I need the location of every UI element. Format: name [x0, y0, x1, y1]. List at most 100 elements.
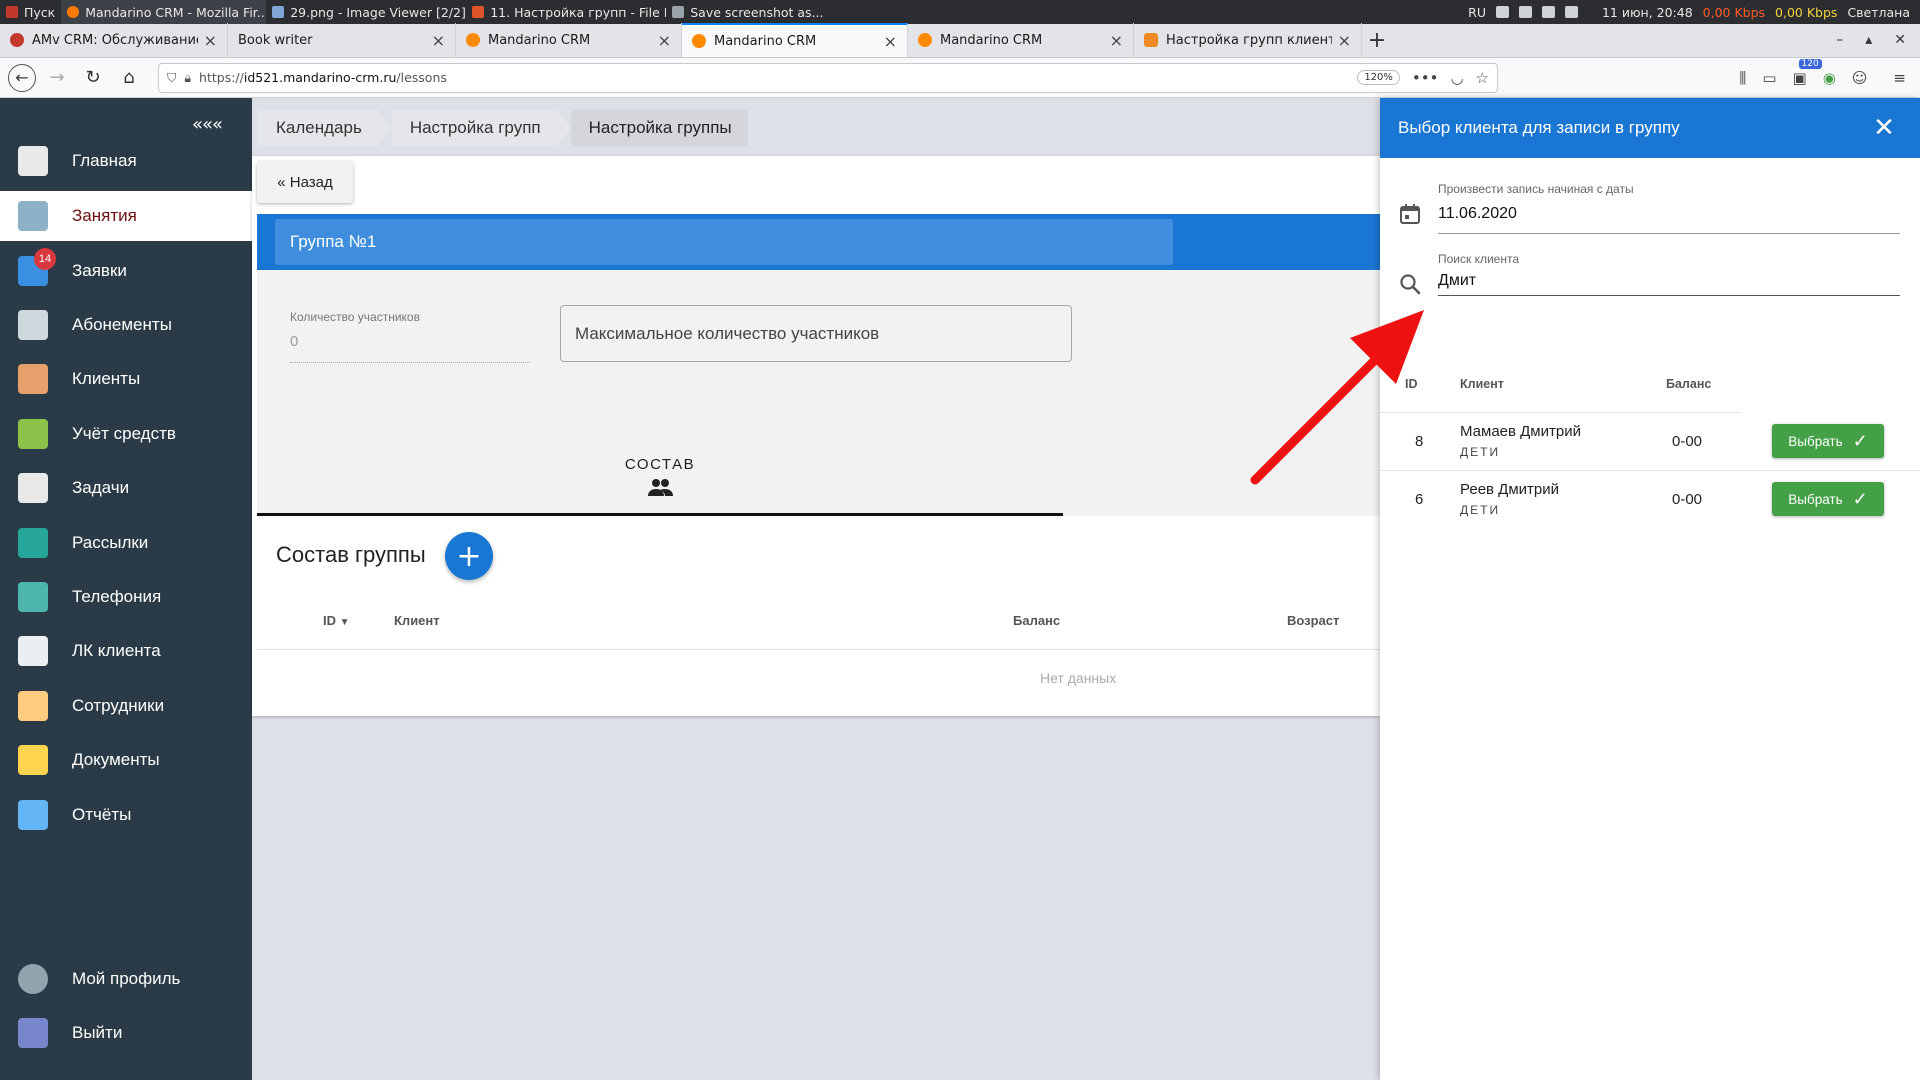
- download-speed: 0,00 Kbps: [1702, 4, 1766, 20]
- sidebar-item-lessons[interactable]: Занятия: [0, 191, 252, 241]
- reload-icon[interactable]: ↻: [78, 63, 108, 93]
- start-date-underline: [1438, 233, 1900, 234]
- page-actions-icon[interactable]: •••: [1412, 69, 1439, 87]
- sidebar-item-clients[interactable]: Клиенты: [0, 354, 252, 404]
- sidebar: ««« Главная Занятия 14 Заявки Абонементы …: [0, 98, 252, 1080]
- tasks-icon: [18, 473, 48, 503]
- menu-icon[interactable]: ≡: [1893, 69, 1906, 87]
- close-tab-icon[interactable]: ×: [1338, 31, 1351, 50]
- new-tab-button[interactable]: +: [1362, 23, 1392, 57]
- max-participants-input[interactable]: Максимальное количество участников: [560, 305, 1072, 362]
- row-balance: 0-00: [1672, 491, 1703, 508]
- sidebar-item-logout[interactable]: Выйти: [0, 1008, 252, 1058]
- taskbar-item-firefox[interactable]: Mandarino CRM - Mozilla Fir...: [61, 0, 267, 24]
- minimize-icon[interactable]: –: [1836, 32, 1843, 48]
- extension-icon[interactable]: ▣ 120: [1793, 58, 1822, 87]
- sidebar-item-reports[interactable]: Отчёты: [0, 790, 252, 840]
- select-client-button[interactable]: Выбрать ✓: [1772, 424, 1884, 458]
- start-button[interactable]: Пуск: [0, 0, 61, 24]
- browser-tab-strip: AMv CRM: Обслуживание кл× Book writer× M…: [0, 23, 1920, 58]
- forward-arrow-icon[interactable]: →: [42, 63, 72, 93]
- browser-tab[interactable]: AMv CRM: Обслуживание кл×: [0, 23, 228, 57]
- sidebar-item-finance[interactable]: Учёт средств: [0, 409, 252, 459]
- taskbar-item-file-manager[interactable]: 11. Настройка групп - File M...: [466, 0, 666, 24]
- user-name[interactable]: Светлана: [1847, 5, 1910, 20]
- close-tab-icon[interactable]: ×: [884, 32, 897, 51]
- shield-icon[interactable]: ⛉: [167, 70, 176, 86]
- pocket-icon[interactable]: ◡: [1450, 69, 1463, 87]
- zoom-indicator[interactable]: 120%: [1357, 70, 1400, 85]
- table-row: 8 Мамаев Дмитрий ДЕТИ 0-00 Выбрать ✓: [1380, 413, 1920, 470]
- lock-icon[interactable]: 🔒︎: [184, 70, 191, 86]
- sidebar-item-subscriptions[interactable]: Абонементы: [0, 300, 252, 350]
- column-header-balance[interactable]: Баланс: [1013, 613, 1060, 628]
- close-tab-icon[interactable]: ×: [432, 31, 445, 50]
- mail-icon[interactable]: [1564, 6, 1578, 18]
- taskbar-item-image-viewer[interactable]: 29.png - Image Viewer [2/2]: [266, 0, 466, 24]
- breadcrumb-calendar[interactable]: Календарь: [258, 110, 392, 146]
- documents-icon: [18, 745, 48, 775]
- browser-tab[interactable]: Mandarino CRM ×: [908, 23, 1134, 57]
- sidebar-item-documents[interactable]: Документы: [0, 735, 252, 785]
- account-icon[interactable]: ☺: [1852, 69, 1868, 87]
- close-tab-icon[interactable]: ×: [1110, 31, 1123, 50]
- logout-icon: [18, 1018, 48, 1048]
- volume-icon[interactable]: [1495, 6, 1509, 18]
- library-icon[interactable]: ⫼: [1739, 69, 1746, 87]
- group-name-field[interactable]: Группа №1: [275, 219, 1173, 265]
- start-date-input[interactable]: 11.06.2020: [1438, 205, 1517, 223]
- record-icon[interactable]: ◉: [1823, 69, 1836, 87]
- people-icon: [648, 479, 673, 496]
- row-client-name: Мамаев Дмитрий: [1460, 423, 1581, 440]
- home-icon[interactable]: ⌂: [114, 63, 144, 93]
- select-client-button[interactable]: Выбрать ✓: [1772, 482, 1884, 516]
- clock: 11 июн, 20:48: [1601, 4, 1693, 20]
- close-panel-icon[interactable]: ✕: [1868, 112, 1900, 144]
- wifi-icon[interactable]: [1518, 6, 1532, 18]
- table-row: 6 Реев Дмитрий ДЕТИ 0-00 Выбрать ✓: [1380, 471, 1920, 528]
- breadcrumb-current-group: Настройка группы: [570, 110, 748, 146]
- back-arrow-icon[interactable]: ←: [8, 63, 36, 92]
- browser-tab[interactable]: Настройка групп клиентов×: [1134, 23, 1362, 57]
- url-bar[interactable]: ⛉ 🔒︎ https://id521.mandarino-crm.ru/less…: [158, 62, 1498, 93]
- mandarino-favicon-icon: [918, 33, 932, 47]
- sidebar-item-profile[interactable]: Мой профиль: [0, 954, 252, 1004]
- check-icon: ✓: [1852, 488, 1868, 509]
- amv-favicon-icon: [10, 33, 24, 47]
- add-member-button[interactable]: +: [445, 532, 493, 580]
- row-client-group: ДЕТИ: [1460, 445, 1501, 459]
- column-header-id[interactable]: ID ▼: [323, 613, 350, 628]
- screenshot-icon: [672, 6, 685, 18]
- column-header-client[interactable]: Клиент: [394, 613, 440, 628]
- sidebar-item-mailings[interactable]: Рассылки: [0, 518, 252, 568]
- bookmark-star-icon[interactable]: ☆: [1476, 69, 1489, 87]
- maximize-icon[interactable]: ▴: [1865, 32, 1872, 48]
- close-tab-icon[interactable]: ×: [658, 31, 671, 50]
- client-search-input[interactable]: Дмит: [1438, 272, 1476, 290]
- column-header-age[interactable]: Возраст: [1287, 613, 1339, 628]
- settings-favicon-icon: [1144, 33, 1158, 47]
- sidebar-item-staff[interactable]: Сотрудники: [0, 681, 252, 731]
- subscription-icon: [18, 310, 48, 340]
- back-button[interactable]: « Назад: [257, 161, 353, 203]
- sidebar-item-requests[interactable]: 14 Заявки: [0, 246, 252, 296]
- panel-title: Выбор клиента для записи в группу: [1380, 98, 1920, 158]
- collapse-sidebar-button[interactable]: «««: [192, 114, 223, 135]
- table-divider: [257, 649, 1380, 650]
- sidebar-item-telephony[interactable]: Телефония: [0, 572, 252, 622]
- browser-tab[interactable]: Book writer ×: [228, 23, 456, 57]
- keyboard-layout[interactable]: RU: [1468, 5, 1486, 20]
- browser-tab[interactable]: Mandarino CRM ×: [456, 23, 682, 57]
- taskbar-item-save-screenshot[interactable]: Save screenshot as...: [666, 0, 866, 24]
- tab-members[interactable]: СОСТАВ: [257, 440, 1063, 516]
- sidebar-icon[interactable]: ▭: [1762, 69, 1776, 87]
- sidebar-item-tasks[interactable]: Задачи: [0, 463, 252, 513]
- clipboard-icon[interactable]: [1541, 6, 1555, 18]
- client-search-underline: [1438, 295, 1900, 296]
- sidebar-item-home[interactable]: Главная: [0, 136, 252, 186]
- browser-tab-active[interactable]: Mandarino CRM ×: [682, 23, 908, 57]
- breadcrumb-group-settings[interactable]: Настройка групп: [391, 110, 571, 146]
- sidebar-item-client-account[interactable]: ЛК клиента: [0, 626, 252, 676]
- close-tab-icon[interactable]: ×: [204, 31, 217, 50]
- close-window-icon[interactable]: ✕: [1894, 32, 1906, 48]
